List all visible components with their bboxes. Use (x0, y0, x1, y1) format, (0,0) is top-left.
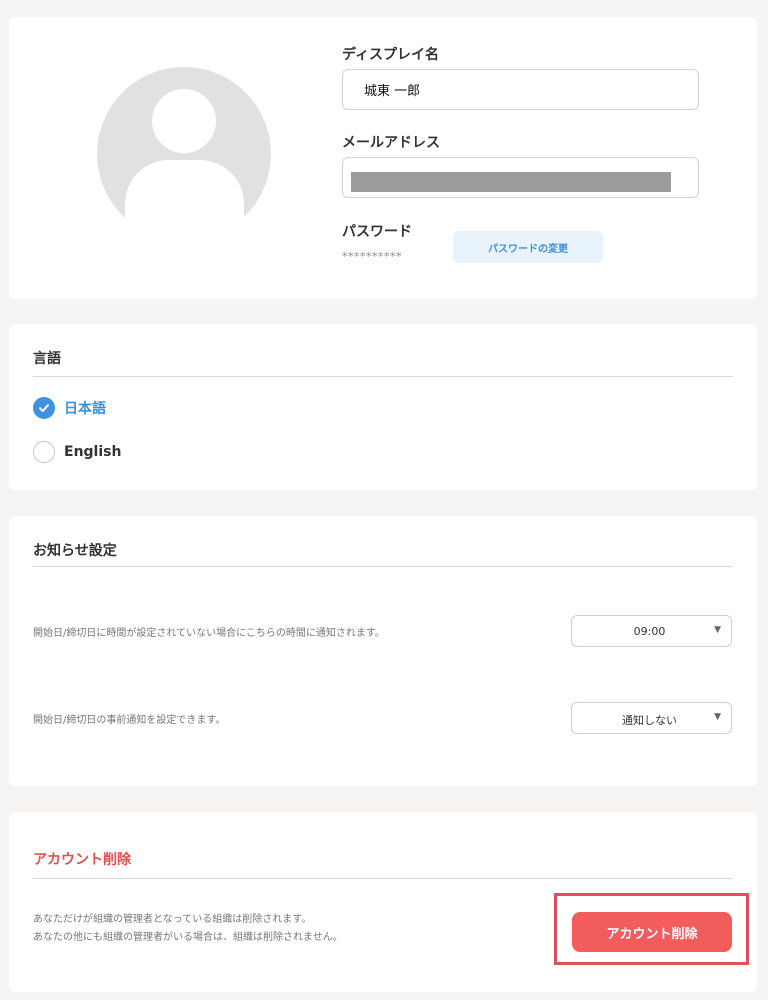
email-redaction-bar (351, 172, 671, 192)
language-card: 言語 日本語 English (9, 324, 757, 490)
notify-advance-description: 開始日/締切日の事前通知を設定できます。 (33, 715, 226, 726)
dropdown-arrow-icon: ▼ (714, 625, 721, 635)
notify-time-select[interactable]: 09:00 ▼ (571, 615, 732, 647)
notification-settings-card: お知らせ設定 開始日/締切日に時間が設定されていない場合にこちらの時間に通知され… (9, 516, 757, 786)
notify-advance-value: 通知しない (622, 714, 677, 727)
notification-section-title: お知らせ設定 (33, 543, 117, 559)
account-delete-divider (33, 878, 733, 879)
account-delete-description-line2: あなたの他にも組織の管理者がいる場合は、組織は削除されません。 (33, 932, 343, 943)
notify-advance-select[interactable]: 通知しない ▼ (571, 702, 732, 734)
account-delete-button[interactable]: アカウント削除 (572, 912, 732, 952)
language-option-label: 日本語 (64, 401, 106, 417)
language-option-english[interactable]: English (33, 440, 121, 464)
notify-time-value: 09:00 (633, 625, 666, 638)
password-label: パスワード (342, 224, 412, 240)
language-option-label: English (64, 444, 122, 460)
avatar-body-shape (125, 160, 244, 241)
display-name-label: ディスプレイ名 (342, 47, 440, 63)
notification-divider (33, 566, 733, 567)
account-delete-section-title: アカウント削除 (33, 852, 131, 868)
radio-checked-icon[interactable] (33, 397, 55, 419)
language-divider (33, 376, 733, 377)
password-mask: ********** (342, 250, 402, 263)
avatar[interactable] (97, 67, 271, 241)
dropdown-arrow-icon: ▼ (714, 712, 721, 722)
display-name-input[interactable] (342, 69, 699, 110)
profile-card: ディスプレイ名 メールアドレス パスワード ********** パスワードの変… (9, 17, 757, 299)
notify-time-description: 開始日/締切日に時間が設定されていない場合にこちらの時間に通知されます。 (33, 628, 385, 639)
change-password-button[interactable]: パスワードの変更 (453, 231, 603, 263)
avatar-head-shape (152, 89, 216, 153)
radio-unchecked-icon[interactable] (33, 441, 55, 463)
language-option-japanese[interactable]: 日本語 (33, 396, 106, 420)
account-delete-card: アカウント削除 あなただけが組織の管理者となっている組織は削除されます。 あなた… (9, 812, 757, 992)
email-label: メールアドレス (342, 135, 440, 151)
language-section-title: 言語 (33, 351, 61, 367)
account-delete-description-line1: あなただけが組織の管理者となっている組織は削除されます。 (33, 914, 312, 925)
